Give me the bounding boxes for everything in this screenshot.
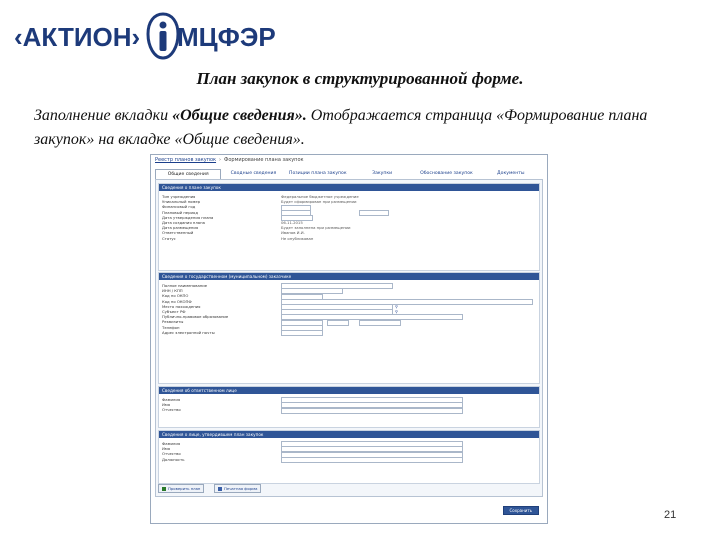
tab-bar: Общие сведения Сводные сведения Позиции … — [155, 169, 543, 179]
field-value: Не опубликован — [281, 235, 314, 241]
tab-general[interactable]: Общие сведения — [155, 169, 222, 179]
desc-prefix: Заполнение вкладки — [34, 107, 173, 124]
section-responsible: Сведения об ответственном лице Фамилия И… — [158, 386, 540, 428]
section-title: Сведения о государственном (муниципально… — [159, 273, 539, 280]
breadcrumb-current: Формирование плана закупок — [224, 157, 304, 163]
logo-mcfer-text: МЦФЭР — [177, 22, 276, 52]
validate-button[interactable]: Проверить план — [158, 484, 205, 493]
form-panel: Сведения о плане закупок Тип учреждения Ф… — [155, 179, 543, 497]
check-icon — [162, 487, 166, 491]
company-logo: ‹АКТИОН› МЦФЭР — [14, 12, 314, 60]
section-title: Сведения о плане закупок — [159, 184, 539, 191]
logo-aktion-text: ‹АКТИОН› — [14, 22, 141, 52]
tab-documents[interactable]: Документы — [479, 169, 543, 179]
validate-button-label: Проверить план — [168, 486, 201, 491]
tab-summary[interactable]: Сводные сведения — [221, 169, 285, 179]
tab-justification[interactable]: Обоснование закупок — [414, 169, 478, 179]
middle-name-input[interactable] — [281, 407, 463, 414]
field-label: Должность — [162, 456, 185, 462]
embedded-form-screenshot: Реестр планов закупок › Формирование плана… — [150, 154, 548, 524]
section-approver: Сведения о лице, утвердившем план закупо… — [158, 430, 540, 484]
email-input[interactable] — [281, 329, 323, 336]
section-customer-info: Сведения о государственном (муниципально… — [158, 272, 540, 384]
tab-purchases[interactable]: Закупки — [350, 169, 414, 179]
section-plan-info: Сведения о плане закупок Тип учреждения Ф… — [158, 183, 540, 271]
tab-positions[interactable]: Позиции плана закупок — [286, 169, 350, 179]
slide-description: Заполнение вкладки «Общие сведения». Ото… — [34, 104, 694, 152]
section-title: Сведения о лице, утвердившем план закупо… — [159, 431, 539, 438]
field-label: Отчество — [162, 407, 181, 413]
bottom-bar: Сохранить — [155, 494, 543, 515]
print-button[interactable]: Печатная форма — [214, 484, 262, 493]
section-title: Сведения об ответственном лице — [159, 387, 539, 394]
page-number: 21 — [664, 509, 677, 521]
desc-bold: «Общие сведения». — [172, 107, 307, 124]
field-label: Адрес электронной почты — [162, 329, 215, 335]
breadcrumb: Реестр планов закупок › Формирование плана… — [155, 157, 304, 163]
save-button[interactable]: Сохранить — [502, 506, 539, 515]
print-button-label: Печатная форма — [224, 486, 258, 491]
approver-position-input[interactable] — [281, 456, 463, 463]
slide-title: План закупок в структурированной форме. — [196, 69, 524, 88]
field-label: Статус — [162, 235, 176, 241]
breadcrumb-link[interactable]: Реестр планов закупок — [155, 157, 216, 163]
info-badge-icon — [146, 12, 180, 60]
print-icon — [218, 487, 222, 491]
